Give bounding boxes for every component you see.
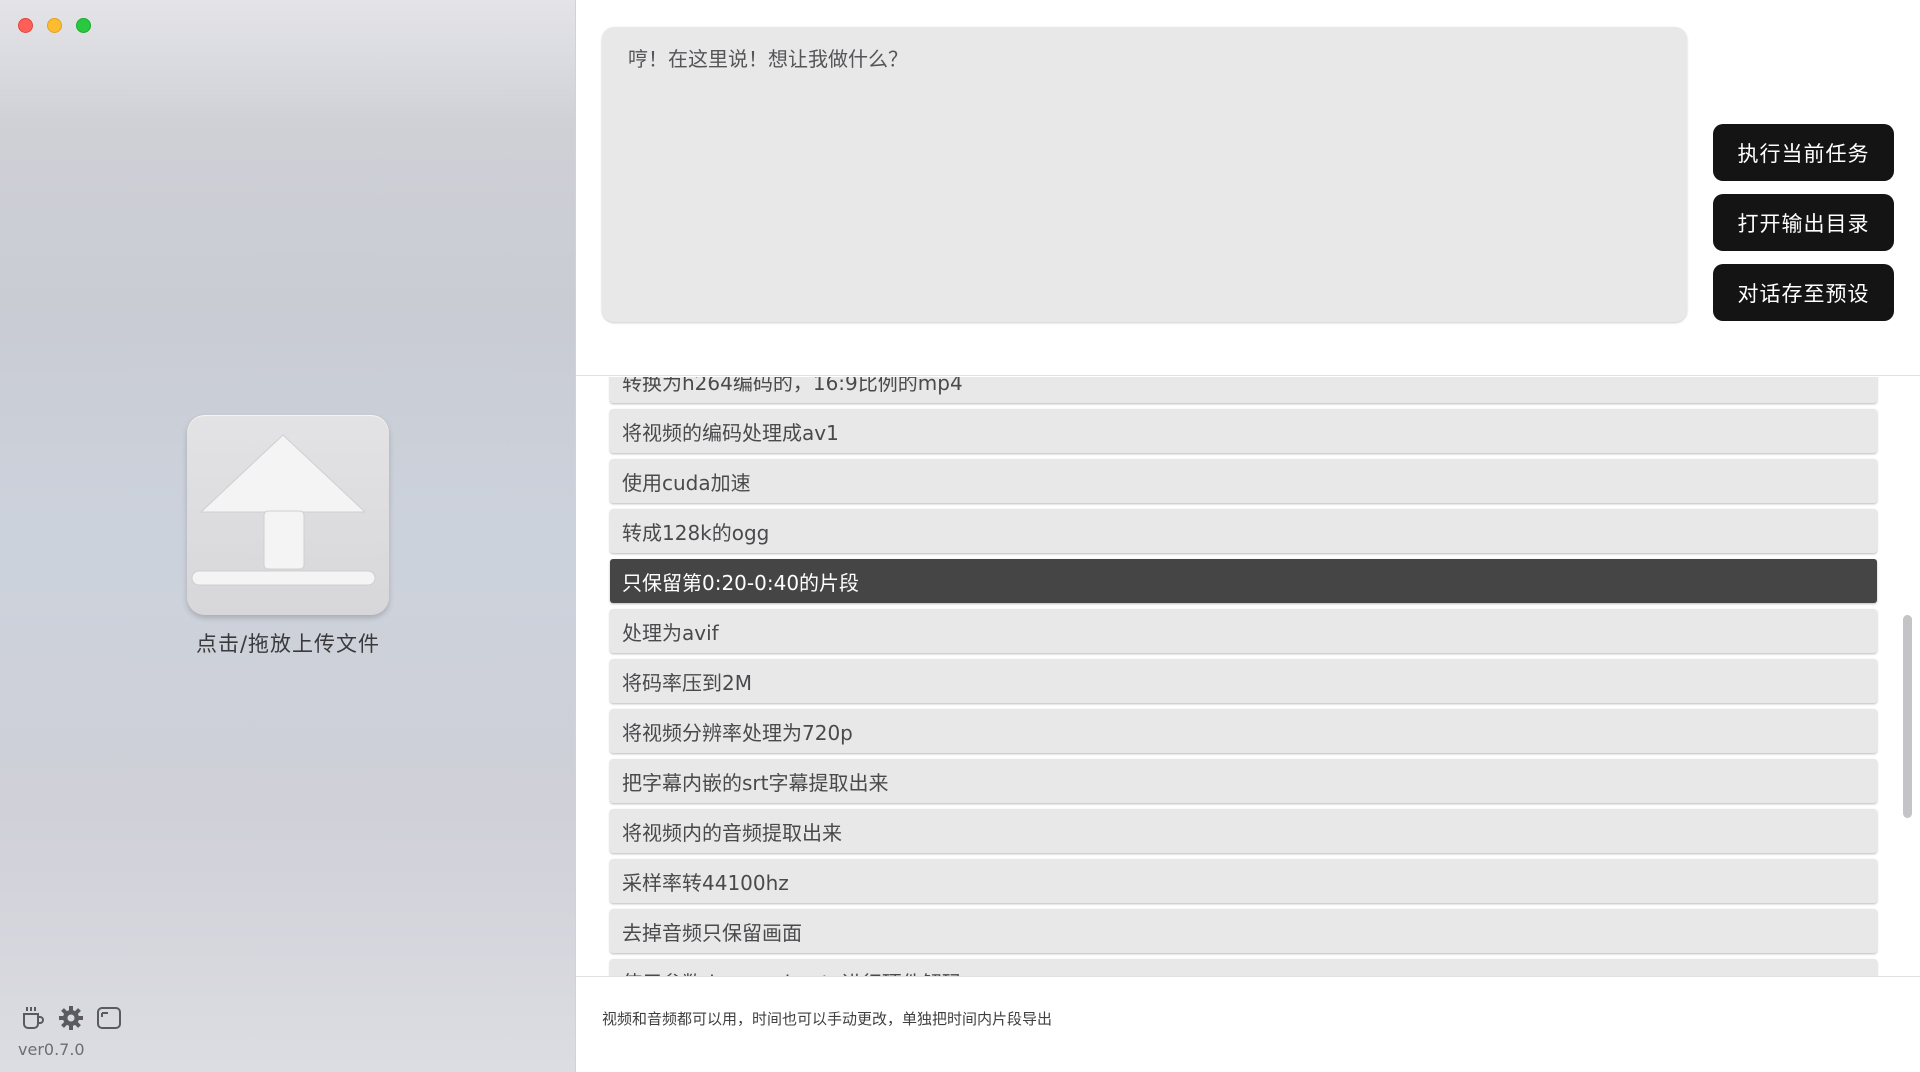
coffee-cup-icon[interactable]: [18, 1003, 48, 1033]
preset-item[interactable]: 把字幕内嵌的srt字幕提取出来: [610, 759, 1877, 803]
preset-item[interactable]: 去掉音频只保留画面: [610, 909, 1877, 953]
version-label: ver0.7.0: [18, 1040, 85, 1059]
app-window: 点击/拖放上传文件 ver0.7.0 哼！在这里说！想让我做什么？ 执行当前任务…: [0, 0, 1920, 1072]
save-to-preset-button[interactable]: 对话存至预设: [1713, 264, 1894, 321]
execute-task-button[interactable]: 执行当前任务: [1713, 124, 1894, 181]
preset-item[interactable]: 将码率压到2M: [610, 659, 1877, 703]
prompt-input[interactable]: [602, 27, 1687, 322]
preset-list-scrollbar[interactable]: [1903, 615, 1912, 818]
upload-arrow-icon: [191, 434, 376, 586]
preset-item[interactable]: 使用参数-hwaccel auto进行硬件解码: [610, 959, 1877, 976]
preset-item[interactable]: 处理为avif: [610, 609, 1877, 653]
status-hint: 视频和音频都可以用，时间也可以手动更改，单独把时间内片段导出: [602, 1010, 1053, 1028]
preset-item[interactable]: 转成128k的ogg: [610, 509, 1877, 553]
preset-list[interactable]: 转换为h264编码的，16:9比例的mp4 将视频的编码处理成av1 使用cuda加…: [576, 377, 1920, 976]
preset-list-items: 转换为h264编码的，16:9比例的mp4 将视频的编码处理成av1 使用cuda加…: [610, 377, 1877, 976]
main-panel: 执行当前任务 打开输出目录 对话存至预设 转换为h264编码的，16:9比例的m…: [576, 0, 1920, 1072]
minimize-window-button[interactable]: [47, 18, 62, 33]
window-icon[interactable]: [94, 1003, 124, 1033]
preset-item[interactable]: 将视频分辨率处理为720p: [610, 709, 1877, 753]
preset-item[interactable]: 使用cuda加速: [610, 459, 1877, 503]
upload-dropzone[interactable]: [187, 415, 389, 615]
gear-icon[interactable]: [56, 1003, 86, 1033]
preset-item[interactable]: 将视频的编码处理成av1: [610, 409, 1877, 453]
status-bar: 视频和音频都可以用，时间也可以手动更改，单独把时间内片段导出: [576, 976, 1920, 1072]
sidebar-footer-icons: [18, 1003, 124, 1033]
preset-item[interactable]: 将视频内的音频提取出来: [610, 809, 1877, 853]
close-window-button[interactable]: [18, 18, 33, 33]
preset-item[interactable]: 采样率转44100hz: [610, 859, 1877, 903]
upload-label: 点击/拖放上传文件: [195, 632, 381, 656]
preset-item[interactable]: 只保留第0:20-0:40的片段: [610, 559, 1877, 603]
action-buttons: 执行当前任务 打开输出目录 对话存至预设: [1713, 124, 1894, 321]
prompt-area: 执行当前任务 打开输出目录 对话存至预设: [576, 0, 1920, 376]
zoom-window-button[interactable]: [76, 18, 91, 33]
window-controls: [18, 18, 91, 33]
open-output-folder-button[interactable]: 打开输出目录: [1713, 194, 1894, 251]
sidebar: 点击/拖放上传文件 ver0.7.0: [0, 0, 576, 1072]
preset-item[interactable]: 转换为h264编码的，16:9比例的mp4: [610, 377, 1877, 403]
